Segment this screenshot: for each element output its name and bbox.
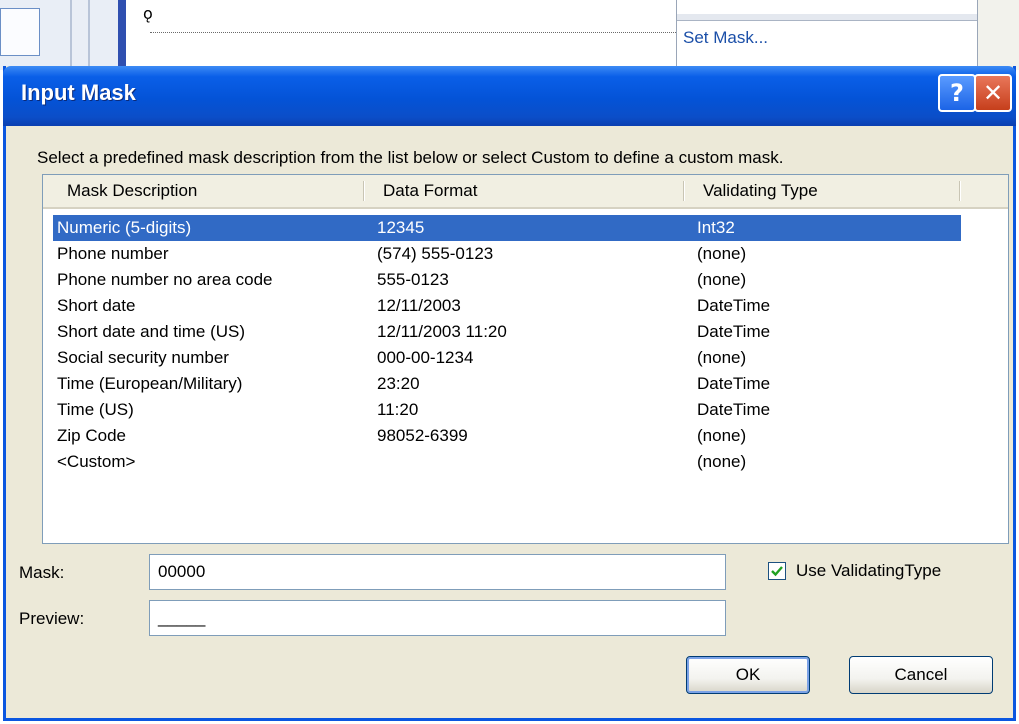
close-icon: ✕ — [982, 79, 1004, 107]
list-cell-format: 555-0123 — [377, 270, 449, 289]
ok-button[interactable]: OK — [686, 656, 810, 694]
list-item[interactable]: Time (US) 11:20 DateTime — [53, 397, 961, 423]
preview-field: _____ — [149, 600, 726, 636]
list-cell-description: Social security number — [57, 348, 229, 367]
list-cell-format: 000-00-1234 — [377, 348, 474, 367]
column-divider[interactable] — [683, 181, 685, 201]
designer-panel-edge — [118, 0, 126, 70]
list-item[interactable]: Social security number 000-00-1234 (none) — [53, 345, 961, 371]
list-cell-format: 98052-6399 — [377, 426, 468, 445]
preview-label: Preview: — [19, 609, 85, 628]
list-item[interactable]: Phone number no area code 555-0123 (none) — [53, 267, 961, 293]
mask-label: Mask: — [19, 563, 65, 582]
list-item[interactable]: Short date 12/11/2003 DateTime — [53, 293, 961, 319]
use-validating-type-label[interactable]: Use ValidatingType — [796, 561, 941, 581]
list-item[interactable]: Time (European/Military) 23:20 DateTime — [53, 371, 961, 397]
column-header-validating-type[interactable]: Validating Type — [703, 175, 818, 207]
list-cell-format: (574) 555-0123 — [377, 244, 494, 263]
column-header-mask-description[interactable]: Mask Description — [67, 175, 197, 207]
list-cell-description: Time (European/Military) — [57, 374, 243, 393]
set-mask-menu-item[interactable]: Set Mask... — [683, 28, 768, 48]
list-cell-type: (none) — [697, 426, 747, 445]
list-cell-type: DateTime — [697, 374, 771, 393]
dialog-title: Input Mask — [21, 80, 136, 105]
title-bar[interactable]: Input Mask ? ✕ — [3, 66, 1016, 126]
designer-right-edge — [978, 0, 1019, 70]
checkmark-icon — [771, 566, 783, 577]
list-item[interactable]: Zip Code 98052-6399 (none) — [53, 423, 961, 449]
use-validating-type-checkbox[interactable] — [768, 562, 786, 580]
list-cell-format: 12345 — [377, 218, 425, 237]
list-item[interactable]: Phone number (574) 555-0123 (none) — [53, 241, 961, 267]
designer-divider — [88, 0, 90, 70]
list-cell-format: 23:20 — [377, 374, 420, 393]
dotted-selection-line — [150, 32, 678, 33]
cancel-button[interactable]: Cancel — [849, 656, 993, 694]
smart-tag-menu: Set Mask... — [676, 0, 978, 68]
list-cell-description: Zip Code — [57, 426, 126, 445]
mask-input[interactable]: 00000 — [149, 554, 726, 590]
list-cell-description: Phone number — [57, 244, 169, 263]
list-cell-format: 12/11/2003 11:20 — [377, 322, 507, 341]
column-divider[interactable] — [959, 181, 961, 201]
list-cell-description: Time (US) — [57, 400, 134, 419]
column-divider[interactable] — [363, 181, 365, 201]
list-item[interactable]: <Custom> (none) — [53, 449, 961, 475]
anchor-glyph-icon: ǫ — [143, 4, 153, 23]
list-cell-type: (none) — [697, 270, 747, 289]
list-cell-type: DateTime — [697, 322, 771, 341]
list-cell-type: (none) — [697, 244, 747, 263]
list-cell-description: Phone number no area code — [57, 270, 273, 289]
list-cell-format: 12/11/2003 — [377, 296, 461, 315]
designer-divider — [70, 0, 72, 70]
column-header-data-format[interactable]: Data Format — [383, 175, 477, 207]
list-cell-format: 11:20 — [377, 400, 419, 419]
list-item[interactable]: Numeric (5-digits) 12345 Int32 — [53, 215, 961, 241]
designer-control-box — [0, 8, 40, 56]
list-cell-description: Short date — [57, 296, 136, 315]
instructions-text: Select a predefined mask description fro… — [37, 148, 784, 167]
help-icon: ? — [950, 79, 964, 107]
list-cell-type: Int32 — [697, 218, 735, 237]
designer-canvas — [126, 0, 686, 70]
input-mask-dialog: Input Mask ? ✕ Select a predefined mask … — [3, 66, 1016, 721]
list-item[interactable]: Short date and time (US) 12/11/2003 11:20… — [53, 319, 961, 345]
list-header: Mask Description Data Format Validating … — [43, 175, 1008, 209]
list-cell-type: DateTime — [697, 400, 771, 419]
list-cell-type: (none) — [697, 348, 747, 367]
list-cell-type: DateTime — [697, 296, 771, 315]
help-button[interactable]: ? — [938, 74, 976, 112]
list-cell-description: <Custom> — [57, 452, 136, 471]
mask-list[interactable]: Mask Description Data Format Validating … — [42, 174, 1009, 544]
menu-separator — [677, 14, 977, 21]
list-cell-description: Numeric (5-digits) — [57, 218, 192, 237]
close-button[interactable]: ✕ — [974, 74, 1012, 112]
list-cell-description: Short date and time (US) — [57, 322, 246, 341]
list-cell-type: (none) — [697, 452, 747, 471]
